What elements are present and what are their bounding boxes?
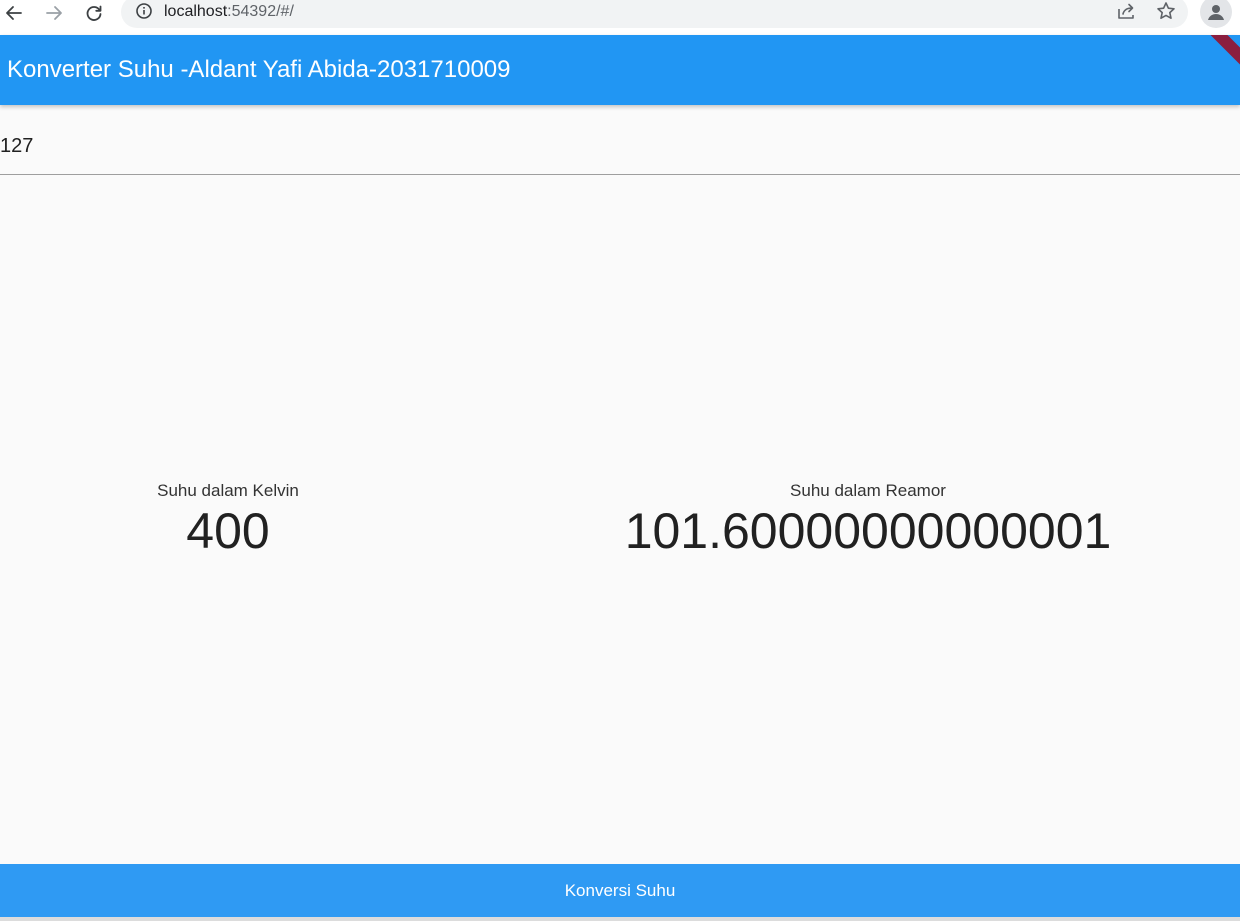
reamur-result: Suhu dalam Reamor 101.60000000000001 [568, 480, 1168, 559]
bottom-divider [0, 917, 1240, 921]
page-title: Konverter Suhu -Aldant Yafi Abida-203171… [7, 56, 511, 83]
reamur-value: 101.60000000000001 [624, 503, 1112, 559]
url-path: :54392/#/ [227, 3, 294, 20]
celsius-input-field [0, 106, 1240, 175]
share-button[interactable] [1114, 0, 1138, 23]
forward-button[interactable] [40, 0, 68, 26]
back-arrow-icon [6, 6, 22, 20]
reload-button[interactable] [80, 0, 108, 26]
url-text[interactable]: localhost:54392/#/ [164, 1, 294, 23]
kelvin-label: Suhu dalam Kelvin [157, 481, 299, 500]
bookmark-button[interactable] [1154, 0, 1178, 23]
reamur-label: Suhu dalam Reamor [790, 481, 946, 500]
kelvin-result: Suhu dalam Kelvin 400 [128, 480, 328, 559]
browser-toolbar: localhost:54392/#/ [0, 0, 1240, 35]
debug-banner [1202, 35, 1240, 76]
star-icon [1157, 2, 1175, 19]
profile-icon [1208, 5, 1224, 20]
site-info-icon[interactable] [135, 2, 153, 20]
url-host: localhost [164, 3, 228, 20]
address-bar[interactable]: localhost:54392/#/ [121, 0, 1188, 28]
share-icon [1118, 3, 1134, 19]
kelvin-value: 400 [186, 503, 270, 559]
app-bar: Konverter Suhu -Aldant Yafi Abida-203171… [0, 35, 1240, 105]
back-button[interactable] [0, 0, 28, 26]
profile-button[interactable] [1200, 0, 1232, 28]
forward-arrow-icon [46, 6, 62, 20]
celsius-input[interactable] [0, 133, 1200, 159]
convert-button[interactable]: Konversi Suhu [0, 864, 1240, 917]
reload-icon [86, 5, 102, 21]
